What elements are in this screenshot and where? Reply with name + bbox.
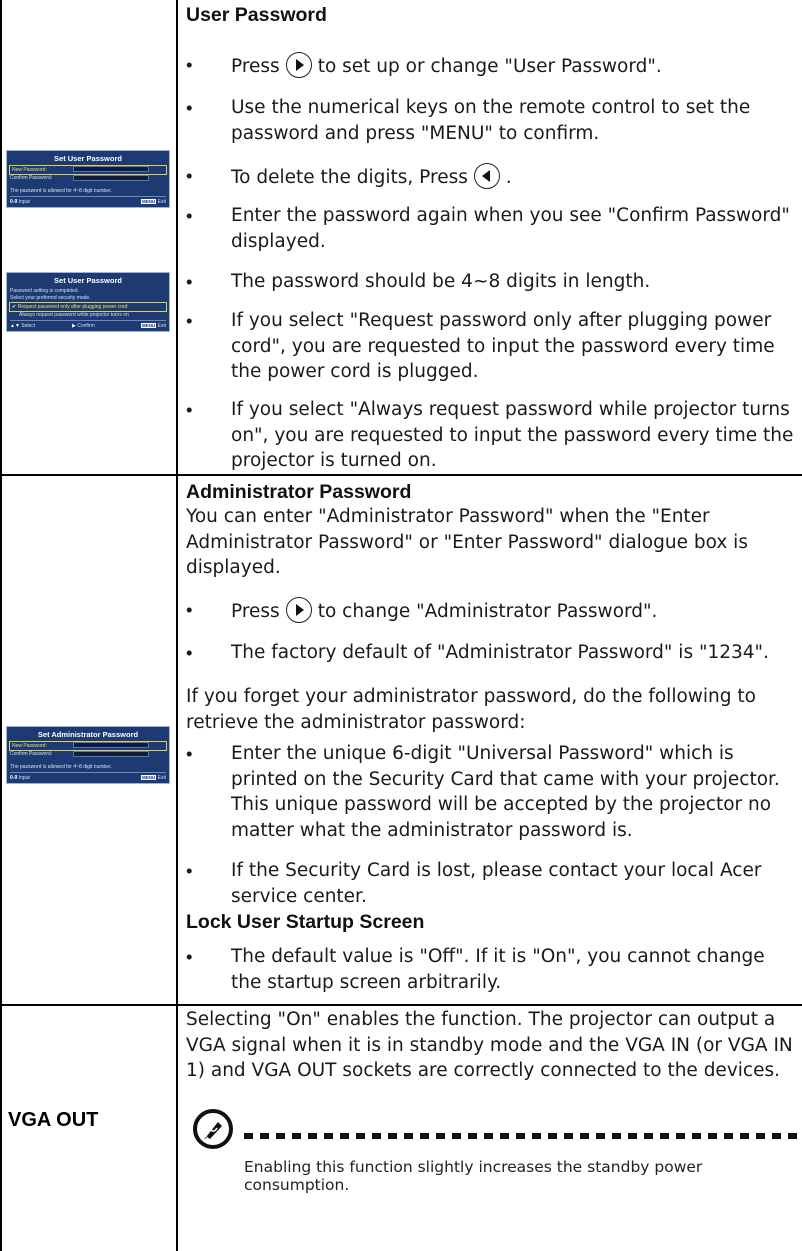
bullet-dot: •: [186, 271, 193, 292]
menu-key-icon: MENU: [141, 199, 157, 204]
bullet-dot: •: [186, 165, 193, 186]
osd-label: New Password:: [12, 167, 47, 173]
set-administrator-password-osd: Set Administrator Password New Password:…: [6, 726, 170, 784]
set-user-password-mode-osd: Set User Password Password setting is co…: [6, 272, 170, 332]
osd-new-password-field: [73, 166, 149, 172]
osd-footer: ▲▼ Select ▶ Confirm MENU Exit: [10, 320, 166, 329]
osd-footer-exit: Exit: [157, 323, 166, 329]
osd-option-label: Request password only after plugging pow…: [17, 304, 128, 310]
bullet-text: The default value is "Off". If it is "On…: [231, 946, 765, 993]
bullet-text: Enter the unique 6-digit "Universal Pass…: [231, 743, 780, 841]
vga-out-label: VGA OUT: [8, 1109, 99, 1131]
osd-line-2: Select your preferred security mode.: [10, 295, 91, 301]
osd-new-password-field: [73, 742, 149, 748]
right-arrow-key-icon: [285, 52, 312, 78]
osd-confirm-password-field: [73, 175, 149, 181]
osd-footer: 0-9 Input MENU Exit: [10, 196, 166, 205]
user-password-heading: User Password: [186, 4, 327, 26]
administrator-password-intro: You can enter "Administrator Password" w…: [186, 506, 748, 578]
osd-title: Set Administrator Password: [37, 730, 139, 739]
bullet-dot: •: [186, 599, 193, 620]
bullet-dot: •: [186, 54, 193, 75]
bullet-text: Use the numerical keys on the remote con…: [231, 97, 751, 144]
osd-label: New Password:: [12, 743, 47, 749]
set-user-password-osd: Set User Password New Password: Confirm …: [6, 150, 170, 208]
lock-user-startup-heading: Lock User Startup Screen: [186, 911, 425, 933]
osd-footer-input: Input: [18, 199, 30, 205]
right-triangle-icon: ▶: [72, 323, 76, 329]
osd-footer-confirm: Confirm: [77, 323, 95, 329]
osd-label: Confirm Password:: [10, 751, 53, 757]
bullet-text: If you select "Request password only aft…: [231, 310, 775, 382]
vga-out-description: Selecting "On" enables the function. The…: [186, 1009, 793, 1081]
bullet-text: The password should be 4~8 digits in len…: [231, 271, 651, 292]
osd-footer-exit: Exit: [157, 199, 166, 205]
up-down-arrow-icon: ▲▼: [10, 323, 20, 329]
row-divider-2: [0, 1004, 802, 1006]
menu-key-icon: MENU: [141, 323, 157, 328]
administrator-password-heading: Administrator Password: [186, 481, 412, 503]
bullet-dot: •: [186, 946, 193, 967]
osd-footer-input: Input: [18, 775, 30, 781]
bullet-text: The factory default of "Administrator Pa…: [231, 642, 769, 663]
osd-footer-exit: Exit: [157, 775, 166, 781]
bullet-text-end: .: [505, 167, 512, 188]
bullet-dot: •: [186, 642, 193, 663]
bullet-text-post: to change "Administrator Password".: [317, 601, 658, 622]
row-divider-1: [0, 474, 802, 476]
osd-footer-select: Select: [21, 323, 36, 329]
osd-confirm-password-field: [73, 751, 149, 757]
check-icon: ✔: [12, 304, 17, 310]
osd-title: Set User Password: [54, 154, 122, 163]
bullet-dot: •: [186, 860, 193, 881]
osd-hint: The password is allowed for 4~8 digit nu…: [10, 764, 112, 770]
osd-option-2: Always request password while projector …: [19, 312, 129, 318]
osd-confirm-password-row: Confirm Password:: [10, 174, 52, 182]
osd-title: Set User Password: [54, 276, 122, 285]
osd-confirm-password-row: Confirm Password:: [10, 750, 52, 758]
osd-hint: The password is allowed for 4~8 digit nu…: [10, 188, 112, 194]
right-arrow-key-icon: [285, 597, 312, 623]
table-column-divider: [176, 0, 178, 1251]
osd-footer: 0-9 Input MENU Exit: [10, 772, 166, 781]
osd-label: Confirm Password:: [10, 175, 53, 181]
bullet-dot: •: [186, 743, 193, 764]
left-arrow-key-icon: [473, 163, 500, 189]
bullet-dot: •: [186, 399, 193, 420]
bullet-text: If you select "Always request password w…: [231, 399, 794, 471]
bullet-text: To delete the digits, Press: [231, 167, 468, 188]
bullet-dot: •: [186, 205, 193, 226]
note-pen-icon: [192, 1108, 234, 1150]
vga-out-note: Enabling this function slightly increase…: [244, 1158, 703, 1194]
bullet-text: Enter the password again when you see "C…: [231, 205, 790, 252]
bullet-text-pre: Press: [231, 601, 280, 622]
numeric-keys-icon: 0-9: [10, 775, 18, 781]
admin-forget-paragraph: If you forget your administrator passwor…: [186, 686, 756, 733]
bullet-dot: •: [186, 97, 193, 118]
bullet-text: If the Security Card is lost, please con…: [231, 860, 762, 907]
bullet-dot: •: [186, 310, 193, 331]
note-separator: [244, 1133, 800, 1139]
bullet-text-post: to set up or change "User Password".: [317, 56, 662, 77]
table-left-border: [0, 0, 2, 1251]
bullet-text-pre: Press: [231, 56, 280, 77]
numeric-keys-icon: 0-9: [10, 199, 18, 205]
menu-key-icon: MENU: [141, 775, 157, 780]
